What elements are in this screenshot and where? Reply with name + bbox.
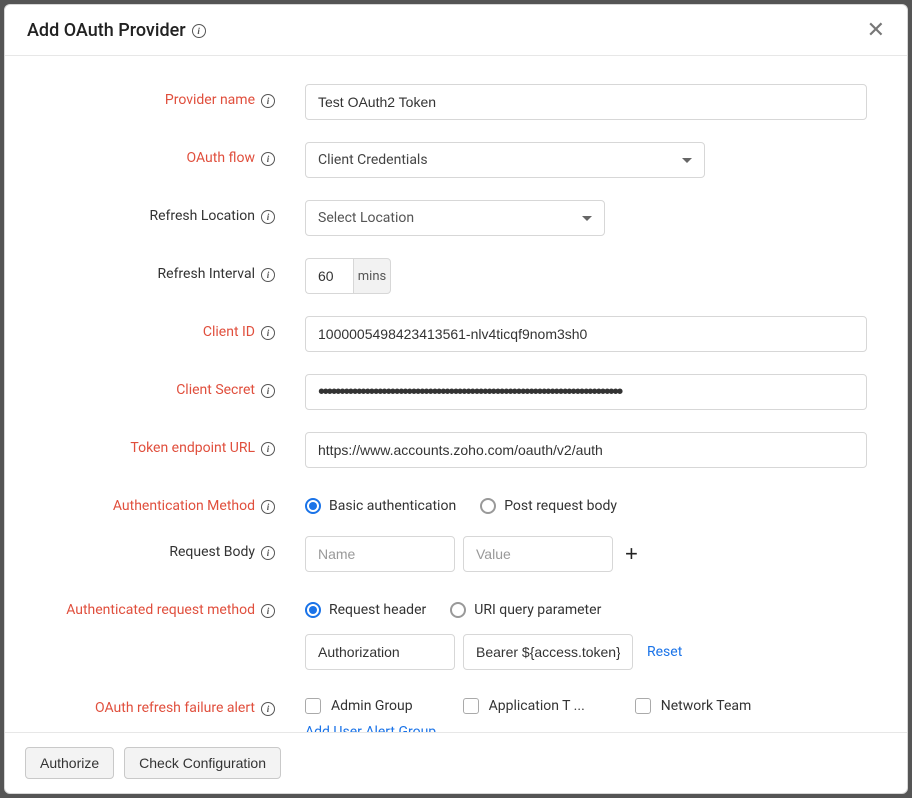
label-text: Provider name: [165, 92, 255, 108]
checkbox-icon: [305, 698, 321, 714]
reset-link[interactable]: Reset: [647, 644, 682, 660]
oauth-flow-select[interactable]: Client Credentials: [305, 142, 705, 178]
info-icon[interactable]: i: [261, 604, 275, 618]
label-text: OAuth flow: [187, 150, 255, 166]
auth-req-method-label: Authenticated request method i: [25, 594, 305, 618]
refresh-interval-input[interactable]: [305, 258, 353, 294]
request-body-label: Request Body i: [25, 536, 305, 560]
info-icon[interactable]: i: [261, 442, 275, 456]
select-value: Client Credentials: [318, 152, 428, 168]
label-text: Client ID: [203, 324, 255, 340]
auth-req-uri-radio[interactable]: URI query parameter: [450, 602, 601, 618]
label-text: Authenticated request method: [66, 602, 255, 618]
radio-label: Request header: [329, 602, 426, 618]
info-icon[interactable]: i: [261, 210, 275, 224]
close-icon[interactable]: ✕: [867, 19, 885, 41]
client-secret-label: Client Secret i: [25, 374, 305, 398]
info-icon[interactable]: i: [261, 152, 275, 166]
add-request-body-button[interactable]: +: [621, 543, 642, 565]
alert-group-checkbox[interactable]: Application T ...: [463, 698, 585, 714]
label-text: Refresh Interval: [158, 266, 255, 282]
radio-icon: [480, 498, 496, 514]
radio-icon: [305, 498, 321, 514]
label-text: Authentication Method: [113, 498, 255, 514]
label-text: Token endpoint URL: [130, 440, 255, 456]
modal-footer: Authorize Check Configuration: [5, 732, 907, 793]
select-value: Select Location: [318, 210, 414, 226]
checkbox-icon: [463, 698, 479, 714]
refresh-location-select[interactable]: Select Location: [305, 200, 605, 236]
refresh-interval-label: Refresh Interval i: [25, 258, 305, 282]
radio-icon: [305, 602, 321, 618]
info-icon[interactable]: i: [192, 24, 206, 38]
alert-group-checkbox[interactable]: Admin Group: [305, 698, 413, 714]
check-configuration-button[interactable]: Check Configuration: [124, 747, 281, 779]
info-icon[interactable]: i: [261, 702, 275, 716]
info-icon[interactable]: i: [261, 384, 275, 398]
oauth-flow-label: OAuth flow i: [25, 142, 305, 166]
refresh-interval-group: mins: [305, 258, 391, 294]
auth-method-basic-radio[interactable]: Basic authentication: [305, 498, 456, 514]
radio-label: Basic authentication: [329, 498, 456, 514]
checkbox-label: Admin Group: [331, 698, 413, 714]
request-body-value-input[interactable]: [463, 536, 613, 572]
auth-method-post-radio[interactable]: Post request body: [480, 498, 617, 514]
info-icon[interactable]: i: [261, 326, 275, 340]
client-id-input[interactable]: [305, 316, 867, 352]
modal-header: Add OAuth Provider i ✕: [5, 5, 907, 56]
radio-label: Post request body: [504, 498, 617, 514]
checkbox-label: Network Team: [661, 698, 752, 714]
provider-name-label: Provider name i: [25, 84, 305, 108]
alert-group-checkbox[interactable]: Network Team: [635, 698, 752, 714]
authorize-button[interactable]: Authorize: [25, 747, 114, 779]
label-text: OAuth refresh failure alert: [95, 700, 255, 716]
auth-req-header-radio[interactable]: Request header: [305, 602, 426, 618]
token-endpoint-label: Token endpoint URL i: [25, 432, 305, 456]
radio-icon: [450, 602, 466, 618]
oauth-provider-modal: Add OAuth Provider i ✕ Provider name i O…: [4, 4, 908, 794]
modal-body: Provider name i OAuth flow i Client Cred…: [5, 56, 907, 732]
info-icon[interactable]: i: [261, 268, 275, 282]
modal-title: Add OAuth Provider i: [27, 20, 206, 41]
label-text: Refresh Location: [149, 208, 255, 224]
client-id-label: Client ID i: [25, 316, 305, 340]
label-text: Client Secret: [176, 382, 255, 398]
provider-name-input[interactable]: [305, 84, 867, 120]
radio-label: URI query parameter: [474, 602, 601, 618]
add-user-alert-group-link[interactable]: Add User Alert Group: [305, 724, 436, 732]
header-name-input[interactable]: [305, 634, 455, 670]
checkbox-label: Application T ...: [489, 698, 585, 714]
info-icon[interactable]: i: [261, 500, 275, 514]
checkbox-icon: [635, 698, 651, 714]
refresh-location-label: Refresh Location i: [25, 200, 305, 224]
client-secret-input[interactable]: [305, 374, 867, 410]
info-icon[interactable]: i: [261, 546, 275, 560]
request-body-name-input[interactable]: [305, 536, 455, 572]
header-value-input[interactable]: [463, 634, 633, 670]
chevron-down-icon: [682, 158, 692, 163]
refresh-failure-alert-label: OAuth refresh failure alert i: [25, 692, 305, 716]
auth-method-label: Authentication Method i: [25, 490, 305, 514]
token-endpoint-input[interactable]: [305, 432, 867, 468]
modal-title-text: Add OAuth Provider: [27, 20, 186, 41]
chevron-down-icon: [582, 216, 592, 221]
label-text: Request Body: [169, 544, 255, 560]
refresh-interval-unit: mins: [353, 258, 391, 294]
info-icon[interactable]: i: [261, 94, 275, 108]
